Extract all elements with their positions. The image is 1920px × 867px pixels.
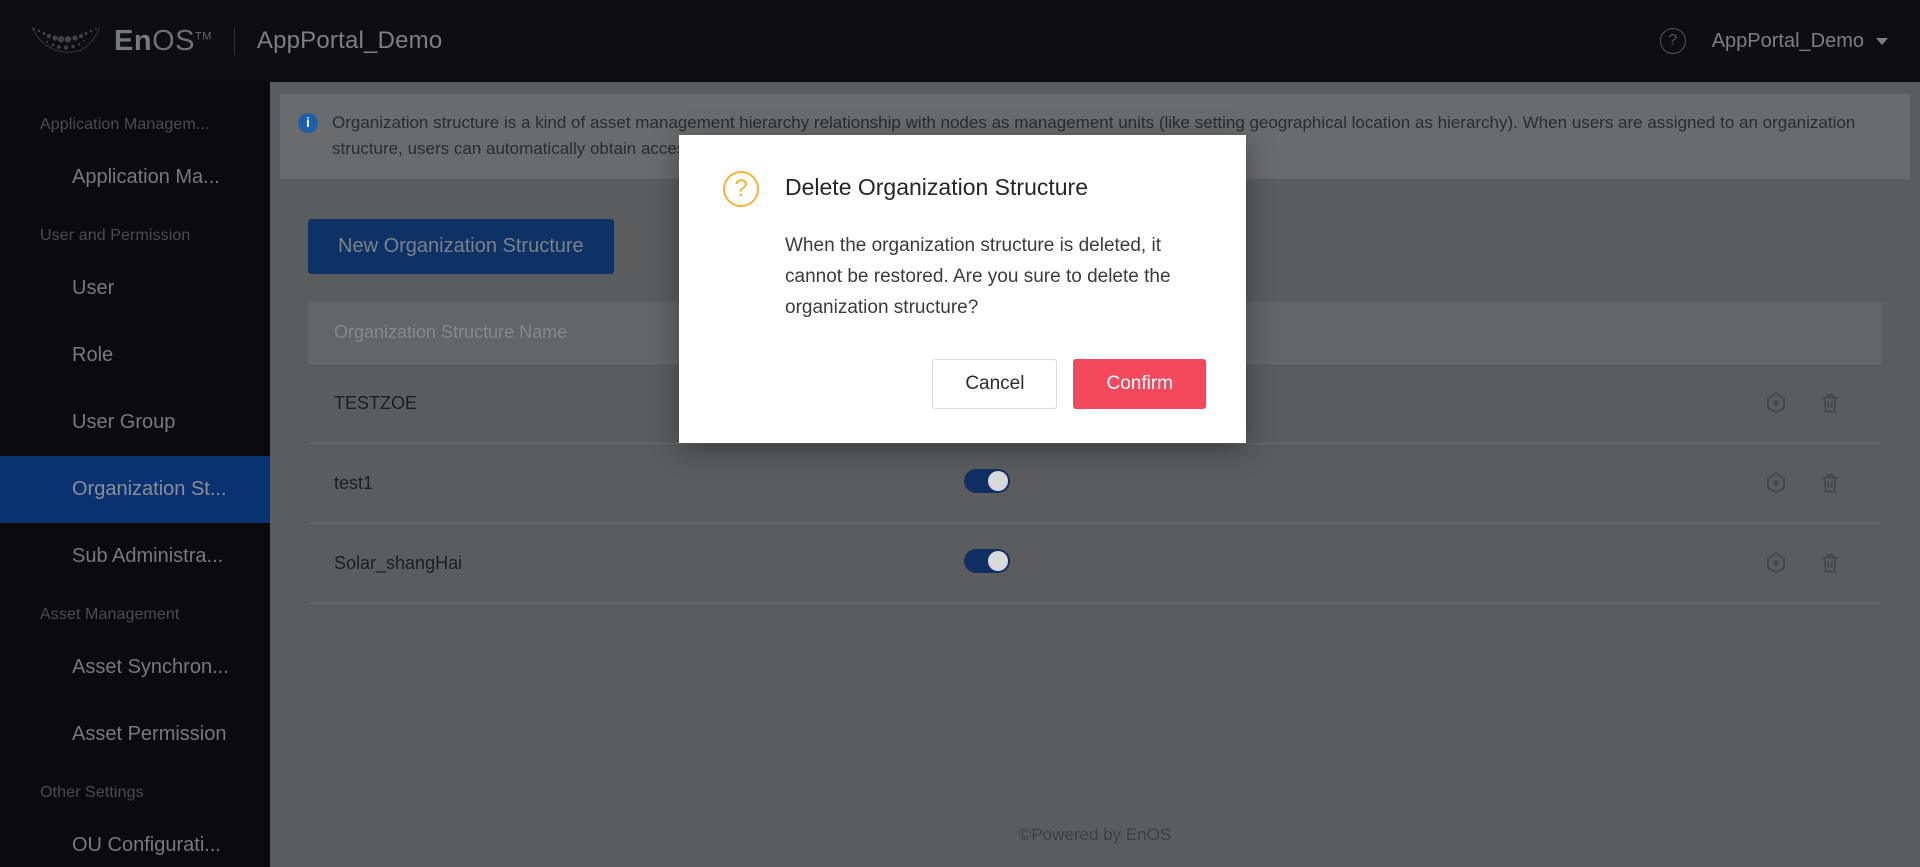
sidebar-section-label: Application Managem... bbox=[0, 100, 270, 144]
sidebar-item-label: Sub Administra... bbox=[72, 545, 223, 568]
cell-actions bbox=[1410, 523, 1882, 603]
column-header-actions bbox=[1410, 302, 1882, 364]
sidebar-item-user-group[interactable]: User Group bbox=[0, 389, 270, 456]
dialog-header: ? Delete Organization Structure bbox=[723, 169, 1206, 207]
sidebar-group: User and Permission User Role User Group… bbox=[0, 211, 270, 590]
row-action-group bbox=[1436, 471, 1842, 495]
brand: EnOSTM AppPortal_Demo bbox=[0, 24, 442, 58]
logo-os: OS bbox=[152, 25, 195, 57]
sidebar-item-sub-administrator[interactable]: Sub Administra... bbox=[0, 523, 270, 590]
settings-hex-icon[interactable] bbox=[1764, 551, 1788, 575]
cell-actions bbox=[1410, 443, 1882, 523]
row-action-group bbox=[1436, 551, 1842, 575]
cell-actions bbox=[1410, 363, 1882, 443]
enos-logo-icon bbox=[30, 24, 102, 58]
footer: ©Powered by EnOS bbox=[270, 825, 1920, 845]
sidebar-item-label: Organization St... bbox=[72, 478, 227, 501]
user-menu[interactable]: AppPortal_Demo bbox=[1712, 30, 1888, 53]
user-menu-label: AppPortal_Demo bbox=[1712, 30, 1864, 53]
cell-structure-name: Solar_shangHai bbox=[308, 523, 938, 603]
dialog-actions: Cancel Confirm bbox=[723, 359, 1206, 409]
dialog-message: When the organization structure is delet… bbox=[785, 231, 1205, 323]
chevron-down-icon bbox=[1876, 38, 1888, 45]
sidebar-item-user[interactable]: User bbox=[0, 255, 270, 322]
sidebar-item-label: Asset Synchron... bbox=[72, 656, 229, 679]
cancel-button[interactable]: Cancel bbox=[932, 359, 1057, 409]
sidebar-item-label: Application Ma... bbox=[72, 166, 220, 189]
sidebar-group: Application Managem... Application Ma... bbox=[0, 100, 270, 211]
cell-structure-name: test1 bbox=[308, 443, 938, 523]
logo-en: En bbox=[114, 25, 152, 57]
app-root: EnOSTM AppPortal_Demo ? AppPortal_Demo A… bbox=[0, 0, 1920, 867]
dialog-title: Delete Organization Structure bbox=[785, 169, 1088, 203]
sidebar-item-label: OU Configurati... bbox=[72, 834, 221, 857]
page-title: AppPortal_Demo bbox=[257, 27, 443, 55]
sidebar-item-organization-structure[interactable]: Organization St... bbox=[0, 456, 270, 523]
top-header-actions: ? AppPortal_Demo bbox=[1660, 28, 1920, 54]
question-circle-warning-icon: ? bbox=[723, 171, 759, 207]
toggle-knob bbox=[988, 551, 1008, 571]
confirm-button[interactable]: Confirm bbox=[1073, 359, 1206, 409]
sidebar-item-label: User Group bbox=[72, 411, 175, 434]
enablement-toggle[interactable] bbox=[964, 469, 1010, 493]
sidebar-section-label: Other Settings bbox=[0, 768, 270, 812]
sidebar-section-label: Asset Management bbox=[0, 590, 270, 634]
help-icon[interactable]: ? bbox=[1660, 28, 1686, 54]
trash-icon[interactable] bbox=[1818, 471, 1842, 495]
sidebar-item-label: User bbox=[72, 277, 114, 300]
brand-divider bbox=[234, 27, 235, 55]
settings-hex-icon[interactable] bbox=[1764, 471, 1788, 495]
sidebar: Application Managem... Application Ma...… bbox=[0, 82, 270, 867]
cell-enablement bbox=[938, 443, 1410, 523]
sidebar-group: Other Settings OU Configurati... bbox=[0, 768, 270, 867]
enablement-toggle[interactable] bbox=[964, 549, 1010, 573]
sidebar-item-ou-configuration[interactable]: OU Configurati... bbox=[0, 812, 270, 867]
logo-tm: TM bbox=[195, 30, 212, 42]
sidebar-item-asset-permission[interactable]: Asset Permission bbox=[0, 701, 270, 768]
sidebar-section-label: User and Permission bbox=[0, 211, 270, 255]
delete-organization-structure-dialog: ? Delete Organization Structure When the… bbox=[679, 135, 1246, 443]
top-header: EnOSTM AppPortal_Demo ? AppPortal_Demo bbox=[0, 0, 1920, 82]
sidebar-item-label: Asset Permission bbox=[72, 723, 227, 746]
trash-icon[interactable] bbox=[1818, 551, 1842, 575]
cell-enablement bbox=[938, 523, 1410, 603]
settings-hex-icon[interactable] bbox=[1764, 391, 1788, 415]
enos-logo-text: EnOSTM bbox=[114, 25, 212, 58]
toggle-knob bbox=[988, 471, 1008, 491]
new-organization-structure-button[interactable]: New Organization Structure bbox=[308, 219, 614, 274]
trash-icon[interactable] bbox=[1818, 391, 1842, 415]
sidebar-group: Asset Management Asset Synchron... Asset… bbox=[0, 590, 270, 768]
sidebar-item-application-management[interactable]: Application Ma... bbox=[0, 144, 270, 211]
sidebar-item-asset-synchronization[interactable]: Asset Synchron... bbox=[0, 634, 270, 701]
info-icon: i bbox=[298, 113, 318, 133]
table-row[interactable]: test1 bbox=[308, 443, 1882, 523]
sidebar-item-label: Role bbox=[72, 344, 113, 367]
row-action-group bbox=[1436, 391, 1842, 415]
sidebar-item-role[interactable]: Role bbox=[0, 322, 270, 389]
table-row[interactable]: Solar_shangHai bbox=[308, 523, 1882, 603]
